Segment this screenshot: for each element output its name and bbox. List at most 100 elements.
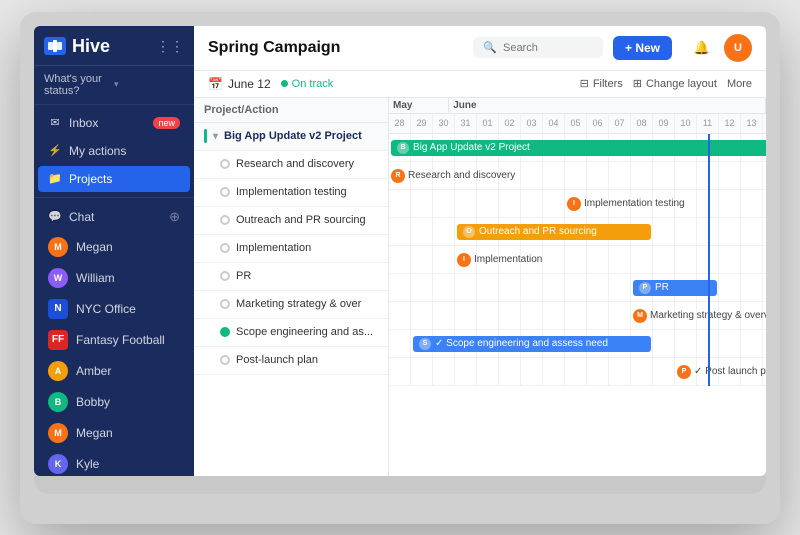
sidebar-chat-section: 💬 Chat ⊕ M Megan W William N NYC Office	[34, 198, 194, 476]
gantt-cell	[521, 357, 543, 385]
gantt-cell	[719, 189, 741, 217]
gantt-cell	[433, 189, 455, 217]
gantt-day-label: 31	[455, 114, 477, 133]
sidebar-group-fantasy-football[interactable]: FF Fantasy Football	[38, 325, 190, 355]
sidebar-group-nyc-office[interactable]: N NYC Office	[38, 294, 190, 324]
sidebar-status[interactable]: What's your status? ▾	[34, 66, 194, 105]
gantt-row: IImplementation testing	[389, 190, 766, 218]
gantt-cell	[609, 301, 631, 329]
new-button[interactable]: + New	[613, 36, 672, 60]
gantt-cell	[433, 217, 455, 245]
task-row[interactable]: ▾ Big App Update v2 Project	[194, 123, 388, 151]
sidebar-item-label: My actions	[69, 144, 126, 158]
task-row[interactable]: Implementation	[194, 235, 388, 263]
gantt-cell	[499, 273, 521, 301]
gantt-row: S ✓ Scope engineering and assess need	[389, 330, 766, 358]
user-name: Amber	[76, 364, 111, 378]
gantt-bar[interactable]: PPR	[633, 280, 717, 296]
gantt-cell	[499, 189, 521, 217]
bar-label: ✓ Scope engineering and assess need	[435, 338, 608, 349]
task-row[interactable]: Scope engineering and as...	[194, 319, 388, 347]
column-header: Project/Action	[204, 104, 279, 116]
gantt-cell	[719, 161, 741, 189]
sidebar-user-megan[interactable]: M Megan	[38, 232, 190, 262]
gantt-cell	[609, 245, 631, 273]
gantt-cell	[587, 245, 609, 273]
bar-avatar: P	[677, 365, 691, 379]
sidebar-user-megan2[interactable]: M Megan	[38, 418, 190, 448]
more-button[interactable]: More	[727, 78, 752, 90]
group-icon: N	[48, 299, 68, 319]
gantt-day-label: 10	[675, 114, 697, 133]
task-row[interactable]: Implementation testing	[194, 179, 388, 207]
search-input[interactable]	[503, 42, 593, 54]
add-chat-icon[interactable]: ⊕	[169, 209, 180, 225]
gantt-cell	[433, 245, 455, 273]
sidebar-logo: Hive	[44, 36, 110, 57]
gantt-bar[interactable]: BBig App Update v2 Project	[391, 140, 766, 156]
task-row[interactable]: Post-launch plan	[194, 347, 388, 375]
filters-button[interactable]: ⊟ Filters	[580, 77, 623, 90]
chat-icon: 💬	[48, 210, 62, 223]
bar-avatar: R	[391, 169, 405, 183]
gantt-bar-label: P✓ Post launch plan	[677, 364, 766, 380]
sidebar-item-projects[interactable]: 📁 Projects	[38, 166, 190, 192]
gantt-chart[interactable]: MayJune282930310102030405060708091011121…	[389, 98, 766, 476]
bar-avatar: S	[419, 338, 431, 350]
gantt-cell	[653, 357, 675, 385]
gantt-cell	[719, 329, 741, 357]
projects-icon: 📁	[48, 172, 62, 185]
gantt-row: OOutreach and PR sourcing	[389, 218, 766, 246]
subbar-right: ⊟ Filters ⊞ Change layout More	[580, 77, 752, 90]
gantt-day-label: 30	[433, 114, 455, 133]
gantt-bar[interactable]: OOutreach and PR sourcing	[457, 224, 651, 240]
task-row[interactable]: PR	[194, 263, 388, 291]
subbar: 📅 June 12 On track ⊟ Filters ⊞ Change la…	[194, 71, 766, 98]
gantt-cell	[389, 189, 411, 217]
sidebar-user-kyle[interactable]: K Kyle	[38, 449, 190, 476]
sidebar-user-bobby[interactable]: B Bobby	[38, 387, 190, 417]
task-row[interactable]: Outreach and PR sourcing	[194, 207, 388, 235]
gantt-cell	[389, 357, 411, 385]
bar-label: Outreach and PR sourcing	[479, 226, 597, 237]
gantt-row: RResearch and discovery	[389, 162, 766, 190]
sidebar-item-chat[interactable]: 💬 Chat ⊕	[38, 203, 190, 231]
gantt-cell	[763, 273, 766, 301]
gantt-cell	[609, 357, 631, 385]
topbar-icons: 🔔 U	[688, 34, 752, 62]
gantt-cell	[477, 189, 499, 217]
search-bar[interactable]: 🔍	[473, 37, 603, 58]
gantt-cell	[675, 161, 697, 189]
gantt-cell	[543, 357, 565, 385]
gantt-cell	[675, 329, 697, 357]
gantt-cell	[763, 245, 766, 273]
gantt-bar[interactable]: S ✓ Scope engineering and assess need	[413, 336, 651, 352]
gantt-cell	[741, 217, 763, 245]
bar-avatar: I	[567, 197, 581, 211]
gantt-cell	[433, 301, 455, 329]
grid-icon[interactable]: ⋮⋮	[156, 38, 184, 55]
gantt-cell	[697, 161, 719, 189]
gantt-cell	[411, 301, 433, 329]
gantt-cell	[455, 273, 477, 301]
filters-label: Filters	[593, 78, 623, 90]
gantt-day-label: 12	[719, 114, 741, 133]
gantt-cell	[587, 301, 609, 329]
user-avatar[interactable]: U	[724, 34, 752, 62]
sidebar-user-amber[interactable]: A Amber	[38, 356, 190, 386]
sidebar-nav: ✉ Inbox new ⚡ My actions 📁 Projects	[34, 105, 194, 198]
actions-icon: ⚡	[48, 144, 62, 157]
gantt-day-label: 02	[499, 114, 521, 133]
task-row[interactable]: Marketing strategy & over	[194, 291, 388, 319]
task-name: Marketing strategy & over	[236, 298, 378, 310]
sidebar-item-inbox[interactable]: ✉ Inbox new	[38, 110, 190, 136]
task-row[interactable]: Research and discovery	[194, 151, 388, 179]
bar-text: ✓ Post launch plan	[694, 366, 766, 377]
sidebar-item-my-actions[interactable]: ⚡ My actions	[38, 138, 190, 164]
change-layout-button[interactable]: ⊞ Change layout	[633, 77, 717, 90]
sidebar-user-william[interactable]: W William	[38, 263, 190, 293]
notifications-icon[interactable]: 🔔	[688, 34, 716, 62]
user-name: Megan	[76, 426, 113, 440]
avatar: W	[48, 268, 68, 288]
gantt-cell	[477, 301, 499, 329]
